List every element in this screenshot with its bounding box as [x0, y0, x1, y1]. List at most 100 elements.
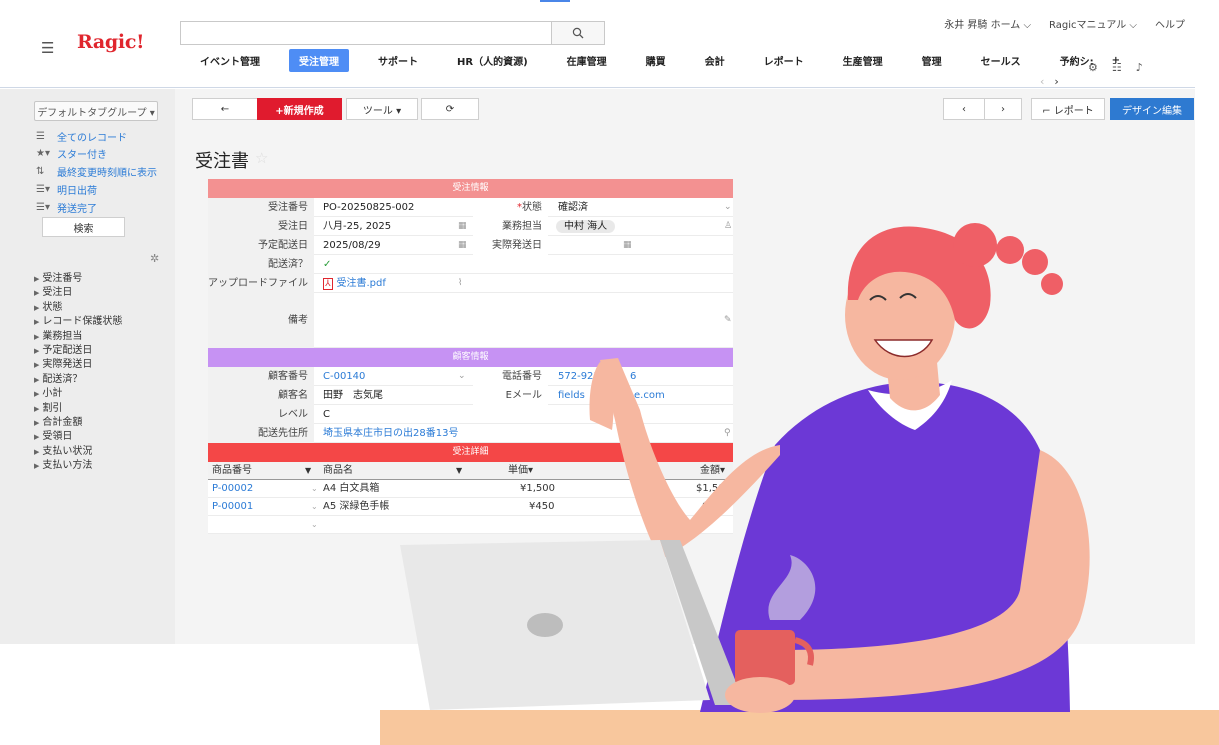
tab-order-management[interactable]: 受注管理	[289, 48, 349, 72]
chevron-down-icon[interactable]: ⌄	[724, 198, 732, 217]
address-link[interactable]: 埼玉県本庄市日の出28番13号	[323, 424, 458, 443]
order-number-value[interactable]: PO-20250825-002	[323, 198, 414, 217]
field-filter-item[interactable]: ▶ 支払い状況	[34, 445, 122, 459]
tab-inventory[interactable]: 在庫管理	[557, 49, 617, 72]
new-record-button[interactable]: +新規作成	[257, 98, 342, 120]
tab-purchasing[interactable]: 購買	[636, 49, 676, 72]
search-input[interactable]	[180, 21, 551, 45]
planned-ship-date-field[interactable]: 2025/08/29	[323, 236, 381, 255]
sidebar-search-button[interactable]: 検索	[42, 217, 125, 237]
column-header[interactable]: 商品番号	[212, 462, 252, 480]
field-filter-item[interactable]: ▶ 状態	[34, 301, 122, 315]
calendar-icon[interactable]: ▦	[458, 236, 467, 255]
product-code-link[interactable]: P-00002	[212, 480, 253, 498]
paperclip-icon[interactable]: ⌇	[458, 274, 462, 293]
back-button[interactable]: ←	[192, 98, 258, 120]
view-starred[interactable]: ★▾ スター付き	[36, 146, 107, 161]
order-date-field[interactable]: 八月-25, 2025	[323, 217, 391, 236]
top-accent-line	[540, 0, 570, 2]
pencil-icon[interactable]: ✎	[724, 311, 732, 330]
form-row: 受注番号 PO-20250825-002 *状態 確認済 ⌄	[208, 198, 733, 217]
view-recently-modified[interactable]: ⇅ 最終変更時刻順に表示	[36, 164, 157, 179]
column-header[interactable]: 金額▾	[700, 462, 725, 480]
tab-admin[interactable]: 管理	[912, 49, 952, 72]
report-button[interactable]: ⌐ レポート	[1031, 98, 1105, 120]
user-icon[interactable]: ♙	[724, 217, 732, 236]
field-filter-item[interactable]: ▶ レコード保護状態	[34, 315, 122, 329]
tab-hr[interactable]: HR（人的資源)	[447, 49, 538, 72]
field-filter-item[interactable]: ▶ 予定配送日	[34, 344, 122, 358]
table-row-empty[interactable]: ⌄	[208, 516, 733, 534]
notification-bell-icon[interactable]: ♪	[1136, 61, 1143, 74]
chevron-down-icon[interactable]: ⌄	[458, 367, 466, 386]
gear-icon[interactable]: ✲	[150, 252, 159, 265]
filter-list-icon: ☰▾	[36, 202, 50, 213]
tab-scroll-next-icon[interactable]: ›	[1054, 75, 1068, 88]
phone-tail: 6	[630, 371, 637, 382]
list-icon: ☰	[36, 131, 45, 142]
help-link[interactable]: ヘルプ	[1155, 16, 1185, 31]
tab-support[interactable]: サポート	[368, 49, 428, 72]
view-shipped[interactable]: ☰▾ 発送完了	[36, 200, 97, 215]
assignee-tag[interactable]: 中村 海人	[556, 220, 616, 233]
view-label: 最終変更時刻順に表示	[57, 168, 157, 179]
tools-menu-button[interactable]: ツール ▾	[346, 98, 418, 120]
next-record-button[interactable]: ›	[984, 98, 1022, 120]
prev-record-button[interactable]: ‹	[943, 98, 985, 120]
field-filter-item[interactable]: ▶ 支払い方法	[34, 459, 122, 473]
field-filter-item[interactable]: ▶ 割引	[34, 402, 122, 416]
field-filter-item[interactable]: ▶ 受注日	[34, 286, 122, 300]
ragic-logo[interactable]: Ragic!	[77, 31, 144, 53]
column-header[interactable]: 商品名	[323, 462, 353, 480]
detail-table-header: 商品番号 ▼ 商品名 ▼ 単価▾ 金額▾	[208, 462, 733, 480]
field-label: 受注日	[208, 217, 314, 236]
field-filter-item[interactable]: ▶ 小計	[34, 387, 122, 401]
chevron-down-icon[interactable]: ⌄	[311, 498, 318, 516]
tab-scroll-prev-icon[interactable]: ‹	[1040, 75, 1054, 88]
delivered-checkbox[interactable]: ✓	[323, 255, 331, 274]
ai-chip-icon[interactable]: ⚙	[1088, 61, 1098, 74]
tab-production[interactable]: 生産管理	[833, 49, 893, 72]
tab-group-select[interactable]: デフォルトタブグループ ▾	[34, 101, 158, 121]
field-filter-item[interactable]: ▶ 業務担当	[34, 330, 122, 344]
tab-report[interactable]: レポート	[754, 49, 814, 72]
chevron-down-icon[interactable]: ⌄	[311, 516, 318, 534]
search-button[interactable]	[551, 21, 605, 45]
tab-accounting[interactable]: 会計	[695, 49, 735, 72]
amount: $1,500	[696, 483, 731, 494]
refresh-button[interactable]: ⟳	[421, 98, 479, 120]
chevron-down-icon[interactable]: ▼	[305, 462, 311, 480]
calendar-icon[interactable]: ▦	[458, 217, 467, 236]
amount: $900	[702, 501, 728, 512]
design-edit-button[interactable]: デザイン編集	[1110, 98, 1194, 120]
task-list-icon[interactable]: ☷	[1112, 61, 1122, 74]
field-filter-item[interactable]: ▶ 合計金額	[34, 416, 122, 430]
form-row: 配送先住所 埼玉県本庄市日の出28番13号 ⚲	[208, 424, 733, 443]
column-header[interactable]: 単価▾	[508, 462, 533, 480]
status-select[interactable]: 確認済	[558, 198, 588, 217]
view-ship-tomorrow[interactable]: ☰▾ 明日出荷	[36, 182, 97, 197]
email-link[interactable]: fields	[558, 386, 585, 405]
phone-link[interactable]: 572-923-1	[558, 367, 610, 386]
calendar-icon[interactable]: ▦	[623, 236, 632, 255]
product-code-link[interactable]: P-00001	[212, 498, 253, 516]
field-filter-item[interactable]: ▶ 実際発送日	[34, 358, 122, 372]
chevron-down-icon[interactable]: ▼	[456, 462, 462, 480]
upload-file-link[interactable]: ⅄ 受注書.pdf	[323, 274, 386, 293]
hamburger-icon[interactable]: ☰	[41, 41, 54, 56]
sidebar: デフォルトタブグループ ▾ ☰ 全てのレコード ★▾ スター付き ⇅ 最終変更時刻順に…	[0, 89, 175, 644]
search-icon	[572, 27, 584, 39]
form-row: 配送済？ ✓	[208, 255, 733, 274]
map-pin-icon[interactable]: ⚲	[724, 424, 731, 443]
manual-menu[interactable]: Ragicマニュアル ⌵	[1049, 16, 1137, 31]
field-filter-item[interactable]: ▶ 受領日	[34, 430, 122, 444]
tab-sales[interactable]: セールス	[971, 49, 1031, 72]
user-home-menu[interactable]: 永井 昇騎 ホーム ⌵	[944, 16, 1031, 31]
field-filter-item[interactable]: ▶ 受注番号	[34, 272, 122, 286]
tab-event-management[interactable]: イベント管理	[190, 49, 270, 72]
favorite-star-icon[interactable]: ☆	[255, 149, 268, 167]
view-all-records[interactable]: ☰ 全てのレコード	[36, 129, 127, 144]
chevron-down-icon[interactable]: ⌄	[311, 480, 318, 498]
field-filter-item[interactable]: ▶ 配送済？	[34, 373, 122, 387]
customer-id-link[interactable]: C-00140	[323, 367, 365, 386]
